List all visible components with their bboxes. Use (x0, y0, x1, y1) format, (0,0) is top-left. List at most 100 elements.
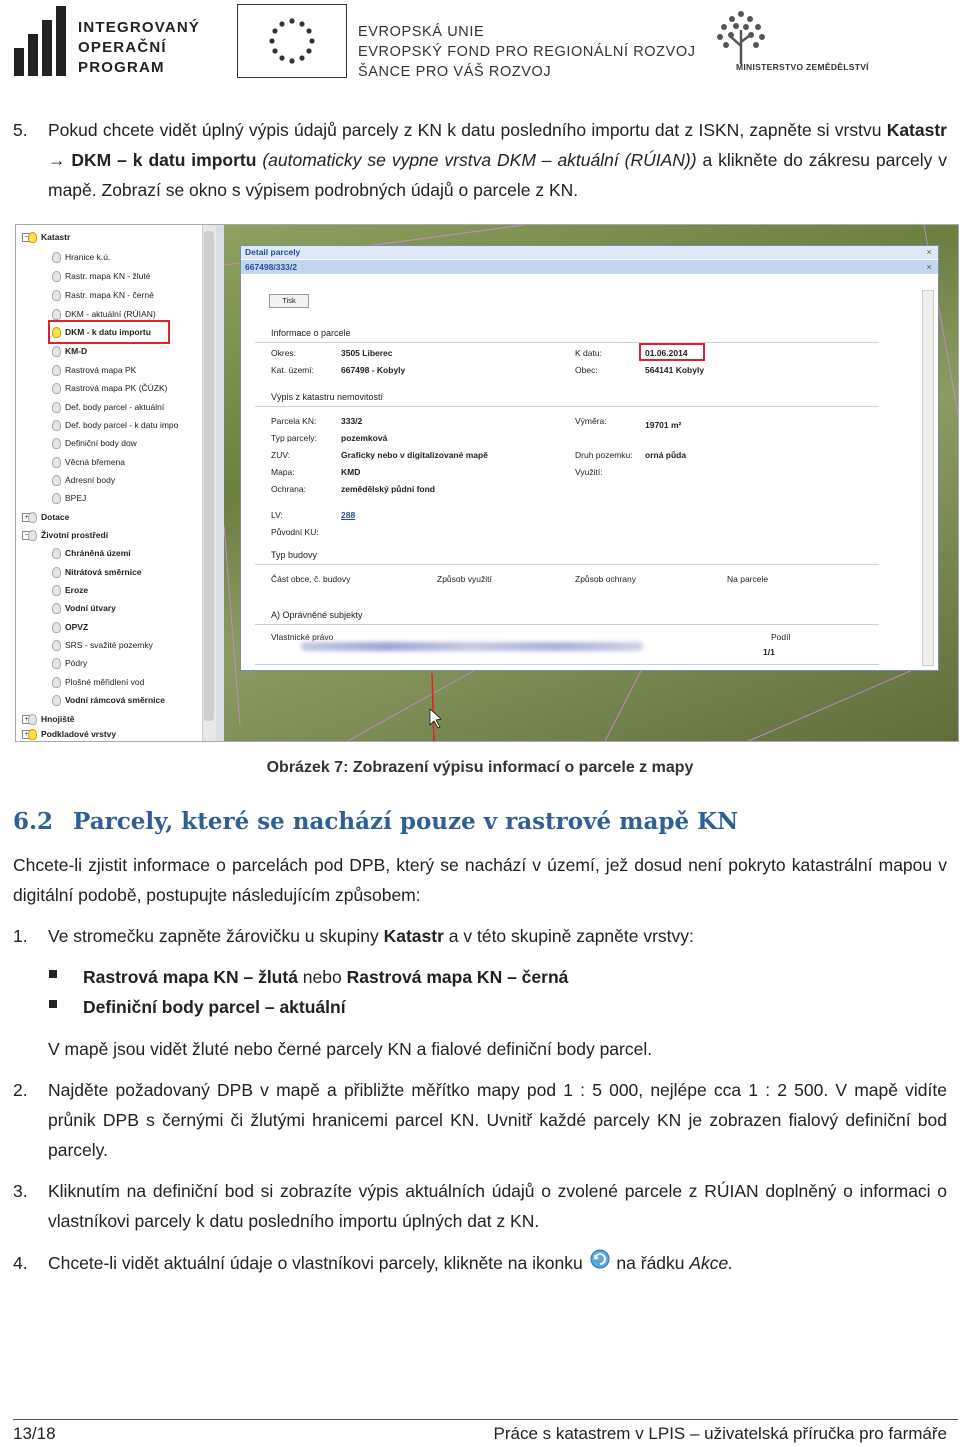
tree-item[interactable]: Chráněná území (52, 545, 131, 561)
bulb-icon[interactable] (52, 493, 61, 505)
step-2-number: 2. (13, 1080, 28, 1100)
tree-item[interactable]: Podkladové vrstvy (28, 726, 116, 741)
step-5-note: (automaticky se vypne vrstva DKM – aktuá… (256, 150, 697, 170)
bulb-icon[interactable] (52, 309, 61, 321)
tree-item[interactable]: Rastr. mapa KN - žluté (52, 268, 151, 284)
eu-stars-icon (269, 18, 315, 64)
bulb-icon[interactable] (52, 252, 61, 264)
iop-line-3: PROGRAM (78, 59, 165, 76)
bulb-icon[interactable] (28, 714, 37, 726)
divider (255, 406, 879, 407)
bullet-1-layer-a: Rastrová mapa KN – žlutá (83, 967, 298, 987)
tree-item[interactable]: SRS - svažité pozemky (52, 637, 153, 653)
tree-item[interactable]: Pódry (52, 655, 87, 671)
tree-item[interactable]: Rastrová mapa PK (ČÚZK) (52, 380, 168, 396)
bullet-2-layer: Definiční body parcel – aktuální (83, 997, 346, 1017)
bulb-icon[interactable] (52, 346, 61, 358)
tree-item[interactable]: Nitrátová směrnice (52, 564, 142, 580)
page-number: 13/18 (13, 1424, 56, 1443)
bulb-icon[interactable] (52, 402, 61, 414)
tree-item[interactable]: Věcná břemena (52, 454, 125, 470)
label-mapa: Mapa: (271, 467, 295, 477)
bulb-icon[interactable] (52, 640, 61, 652)
tree-item[interactable]: Hranice k.ú. (52, 249, 110, 265)
bulb-icon[interactable] (52, 383, 61, 395)
close-icon[interactable]: × (924, 247, 934, 257)
bullet-2: Definiční body parcel – aktuální (83, 992, 943, 1022)
iop-logo: INTEGROVANÝ OPERAČNÍ PROGRAM (12, 4, 217, 78)
bulb-icon[interactable] (28, 232, 37, 244)
tree-item[interactable]: Rastr. mapa KN - černé (52, 287, 154, 303)
label-podil: Podíl (771, 632, 791, 642)
bulb-icon[interactable] (52, 622, 61, 634)
tree-item[interactable]: Definiční body dow (52, 435, 137, 451)
close-icon[interactable]: × (924, 262, 934, 272)
bulb-icon[interactable] (52, 567, 61, 579)
tree-item[interactable]: Životní prostředí (28, 527, 108, 543)
tree-item[interactable]: Dotace (28, 509, 69, 525)
section-number: 6.2 (13, 808, 54, 835)
tree-item[interactable]: Adresní body (52, 472, 115, 488)
bulb-icon[interactable] (52, 695, 61, 707)
tree-item[interactable]: Katastr (28, 229, 70, 245)
step-5-text-a: Pokud chcete vidět úplný výpis údajů par… (48, 120, 887, 140)
iop-line-2: OPERAČNÍ (78, 39, 167, 56)
eu-flag (237, 4, 347, 78)
tree-item[interactable]: Hnojiště (28, 711, 75, 727)
bulb-icon[interactable] (52, 271, 61, 283)
value-zuv: Graficky nebo v digitalizované mapě (341, 450, 488, 460)
dialog-scrollbar[interactable] (922, 290, 934, 666)
tree-item[interactable]: BPEJ (52, 490, 86, 506)
bulb-icon[interactable] (52, 457, 61, 469)
bulb-icon[interactable] (52, 365, 61, 377)
tree-item[interactable]: KM-D (52, 343, 87, 359)
step-4-text-b: na řádku (611, 1253, 690, 1273)
tree-item[interactable]: Def. body parcel - aktuální (52, 399, 164, 415)
value-typ: pozemková (341, 433, 388, 443)
tree-item[interactable]: Vodní útvary (52, 600, 116, 616)
step-1-after: V mapě jsou vidět žluté nebo černé parce… (48, 1039, 653, 1059)
divider (255, 664, 879, 665)
dialog-title: Detail parcely (241, 246, 938, 259)
tree-item[interactable]: Plošné měřidlení vod (52, 674, 144, 690)
figure-screenshot: − Katastr Hranice k.ú. Rastr. mapa KN - … (15, 224, 959, 742)
value-kat-uzemi: 667498 - Kobyly (341, 365, 406, 375)
refresh-icon (588, 1249, 612, 1271)
highlight-box (48, 320, 170, 344)
subjects-header: A) Oprávněné subjekty (271, 610, 363, 620)
lv-link[interactable]: 288 (341, 510, 355, 520)
label-k-datu: K datu: (575, 348, 602, 358)
bulb-icon[interactable] (52, 438, 61, 450)
value-parcela: 333/2 (341, 416, 363, 426)
label-zuv: ZUV: (271, 450, 291, 460)
tree-item[interactable]: Rastrová mapa PK (52, 362, 136, 378)
print-tab[interactable]: Tisk (269, 294, 309, 308)
tree-item[interactable]: OPVZ (52, 619, 88, 635)
label-ochrana: Ochrana: (271, 484, 306, 494)
label-puvodni-ku: Původní KU: (271, 527, 319, 537)
section-intro: Chcete-li zjistit informace o parcelách … (13, 855, 947, 905)
step-2-text: Najděte požadovaný DPB v mapě a přibližt… (48, 1080, 947, 1160)
bulb-icon[interactable] (52, 548, 61, 560)
tree-item[interactable]: Vodní rámcová směrnice (52, 692, 165, 708)
tree-scroll-thumb[interactable] (204, 231, 214, 721)
panel-splitter[interactable] (216, 225, 224, 741)
bulb-icon[interactable] (28, 530, 37, 542)
bulb-icon[interactable] (52, 585, 61, 597)
tree-item[interactable]: Def. body parcel - k datu impo (52, 417, 178, 433)
bulb-icon[interactable] (52, 677, 61, 689)
bulb-icon[interactable] (52, 603, 61, 615)
step-1-group: Katastr (383, 926, 444, 946)
bulb-icon[interactable] (28, 512, 37, 524)
kn-header: Výpis z katastru nemovitostí (271, 392, 384, 402)
bulb-icon[interactable] (52, 475, 61, 487)
divider (255, 624, 879, 625)
info-header: Informace o parcele (271, 328, 351, 338)
bulb-icon[interactable] (52, 420, 61, 432)
tree-item[interactable]: Eroze (52, 582, 88, 598)
bulb-icon[interactable] (28, 729, 37, 741)
step-4-number: 4. (13, 1253, 28, 1273)
bulb-icon[interactable] (52, 658, 61, 670)
bulb-icon[interactable] (52, 290, 61, 302)
dialog-parcel-id: 667498/333/2 (241, 260, 938, 274)
